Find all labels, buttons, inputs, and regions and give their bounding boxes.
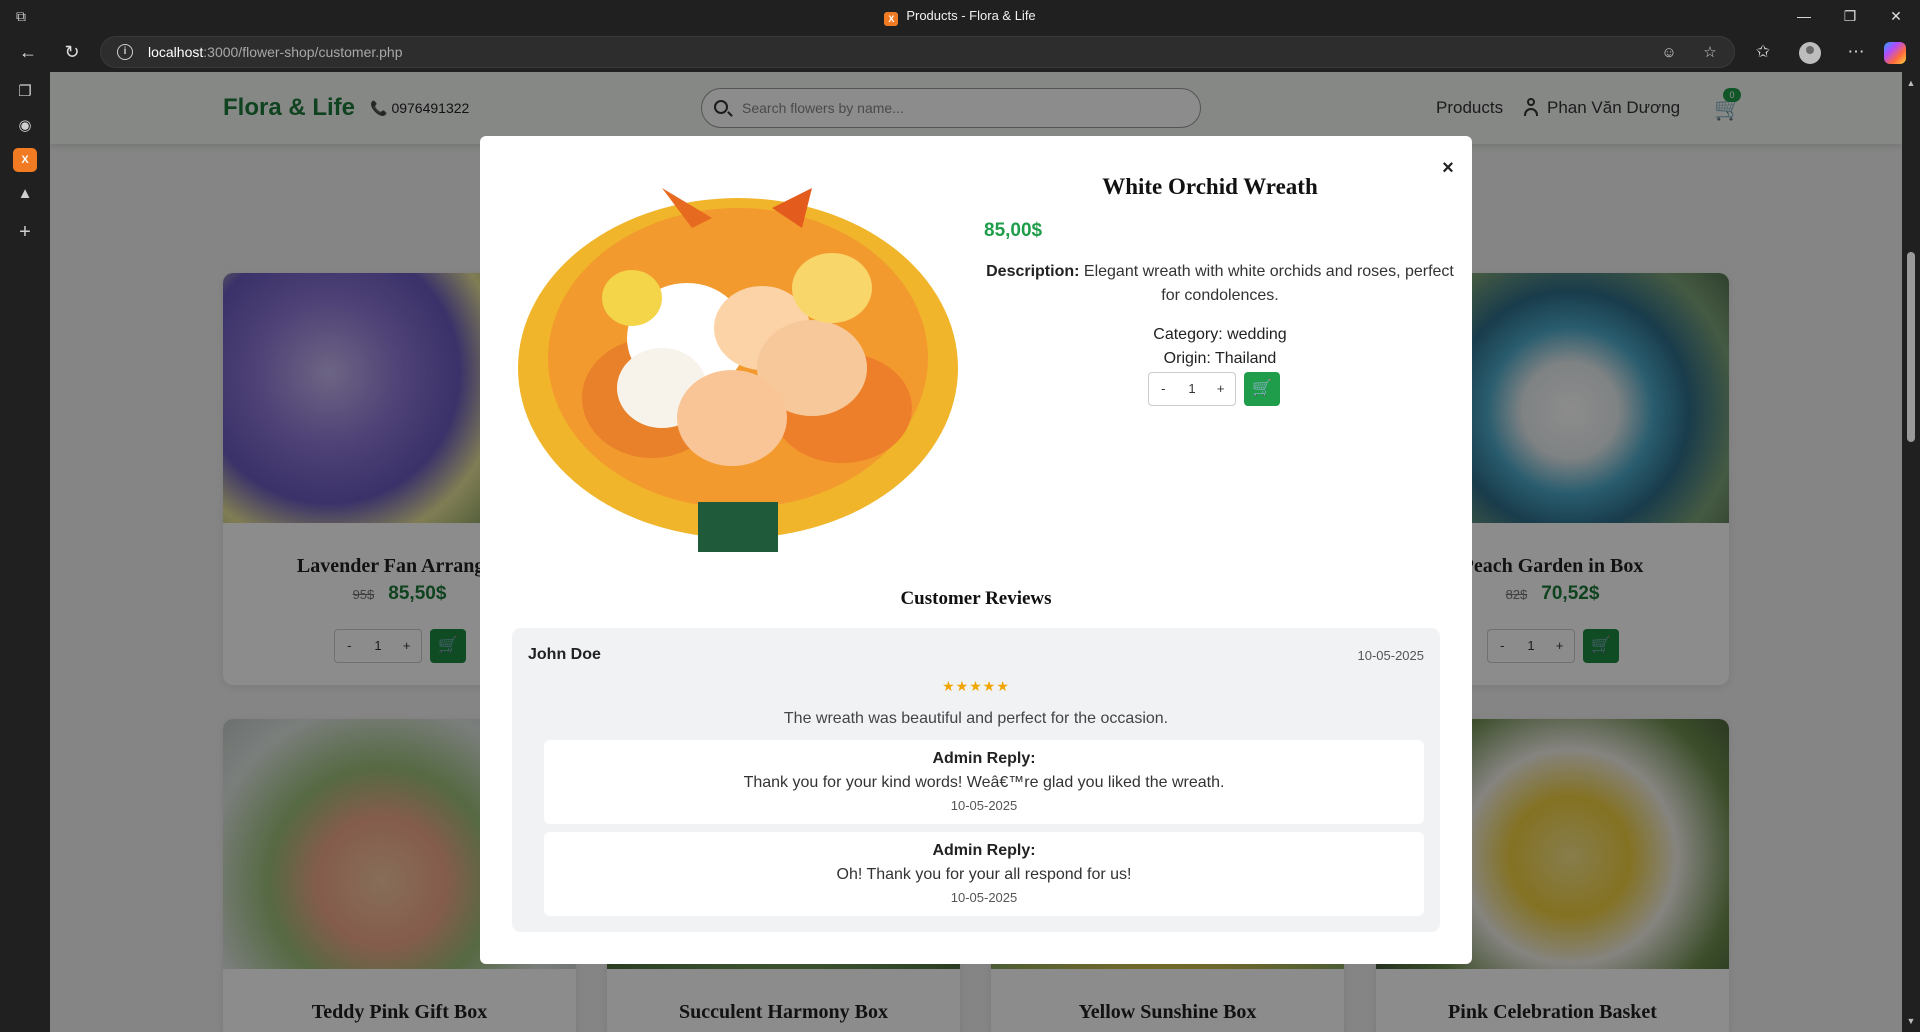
- browser-titlebar: ⧉ X Products - Flora & Life — ❐ ✕: [0, 0, 1920, 32]
- more-menu-icon[interactable]: ⋯: [1840, 36, 1872, 68]
- browser-sidebar: ❐ ◉ X ▲ +: [0, 72, 50, 1032]
- site-info-icon[interactable]: i: [117, 44, 133, 60]
- tab-actions-icon[interactable]: ❐: [13, 80, 37, 104]
- url-text[interactable]: localhost:3000/flower-shop/customer.php: [148, 37, 403, 67]
- tab-title-text: Products - Flora & Life: [906, 8, 1036, 23]
- review-item: John Doe 10-05-2025 ★★★★★ The wreath was…: [512, 628, 1440, 932]
- admin-reply-text: Thank you for your kind words! Weâ€™re g…: [743, 774, 1225, 791]
- modal-product-category: Category: wedding: [1153, 326, 1287, 343]
- window-title: X Products - Flora & Life: [0, 0, 1920, 32]
- favorites-icon[interactable]: ✩: [1747, 36, 1779, 68]
- minimize-icon[interactable]: —: [1781, 0, 1827, 32]
- modal-product-description: Description: Elegant wreath with white o…: [986, 263, 1454, 304]
- qty-plus-button[interactable]: +: [1206, 373, 1235, 405]
- reviews-heading: Customer Reviews: [900, 588, 1052, 609]
- modal-product-origin: Origin: Thailand: [1163, 350, 1277, 367]
- back-arrow-icon[interactable]: ←: [12, 36, 44, 68]
- xampp-tab-icon[interactable]: X: [13, 148, 37, 172]
- xampp-favicon-icon: X: [884, 12, 899, 26]
- new-tab-plus-icon[interactable]: +: [13, 220, 37, 244]
- address-bar[interactable]: i localhost:3000/flower-shop/customer.ph…: [100, 36, 1735, 68]
- vlc-tab-icon[interactable]: ▲: [13, 182, 37, 206]
- product-image: [512, 168, 964, 552]
- admin-reply-label: Admin Reply:: [932, 750, 1036, 767]
- admin-reply: Admin Reply: Oh! Thank you for your all …: [544, 832, 1424, 916]
- favorite-star-icon[interactable]: ☆: [1699, 42, 1721, 64]
- admin-reply-text: Oh! Thank you for your all respond for u…: [836, 866, 1132, 883]
- restore-icon[interactable]: ❐: [1827, 0, 1873, 32]
- refresh-icon[interactable]: ↻: [56, 36, 88, 68]
- page-viewport: Flora & Life 📞0976491322 Products Phan V…: [50, 72, 1902, 1032]
- profile-avatar-icon[interactable]: [1799, 42, 1821, 64]
- admin-reply-label: Admin Reply:: [932, 842, 1036, 859]
- qty-value[interactable]: 1: [1178, 373, 1207, 405]
- page-scrollbar[interactable]: ▲ ▼: [1902, 72, 1920, 1032]
- qty-minus-button[interactable]: -: [1149, 373, 1178, 405]
- copilot-icon[interactable]: [1884, 42, 1906, 64]
- browser-toolbar: ← ↻ i localhost:3000/flower-shop/custome…: [0, 32, 1920, 72]
- scroll-down-icon[interactable]: ▼: [1906, 1016, 1916, 1026]
- review-author: John Doe: [528, 646, 601, 663]
- scrollbar-thumb[interactable]: [1907, 252, 1915, 442]
- admin-reply: Admin Reply: Thank you for your kind wor…: [544, 740, 1424, 824]
- modal-product-title: White Orchid Wreath: [1102, 174, 1318, 199]
- reader-mode-icon[interactable]: ☺: [1658, 42, 1680, 64]
- admin-reply-date: 10-05-2025: [950, 798, 1018, 813]
- product-detail-modal: × White Orchid Wreath 85,00$ Description…: [480, 136, 1472, 964]
- github-icon[interactable]: ◉: [13, 114, 37, 138]
- modal-add-to-cart-button[interactable]: 🛒: [1244, 372, 1280, 406]
- review-stars: ★★★★★: [942, 678, 1010, 694]
- close-window-icon[interactable]: ✕: [1873, 0, 1919, 32]
- review-date: 10-05-2025: [1357, 648, 1425, 663]
- admin-reply-date: 10-05-2025: [950, 890, 1018, 905]
- scroll-up-icon[interactable]: ▲: [1906, 78, 1916, 88]
- modal-product-price: 85,00$: [984, 220, 1043, 241]
- review-text: The wreath was beautiful and perfect for…: [783, 710, 1169, 727]
- cart-icon: 🛒: [1252, 380, 1272, 397]
- modal-quantity-stepper[interactable]: - 1 +: [1148, 372, 1236, 406]
